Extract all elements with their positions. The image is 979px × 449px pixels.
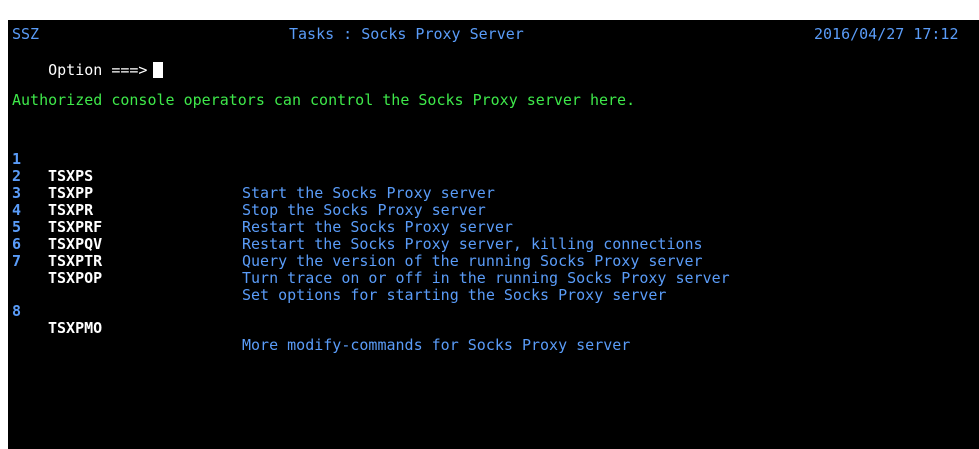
option-description: Turn trace on or off in the running Sock… <box>242 269 730 287</box>
option-command: TSXPOP <box>48 269 103 287</box>
option-description: Query the version of the running Socks P… <box>242 252 703 270</box>
option-command: TSXPMO <box>48 319 103 337</box>
option-row-7[interactable]: 7 TSXPOP Set options for starting the So… <box>8 236 979 304</box>
info-message: Authorized console operators can control… <box>12 91 636 109</box>
option-row-6[interactable]: 6 TSXPTR Turn trace on or off in the run… <box>8 219 979 287</box>
option-row-1[interactable]: 1 TSXPS Start the Socks Proxy server <box>8 134 979 202</box>
command-line: Option ===> <box>12 44 164 96</box>
option-number: 8 <box>12 302 22 320</box>
option-row-2[interactable]: 2 TSXPP Stop the Socks Proxy server <box>8 151 979 219</box>
option-description: More modify-commands for Socks Proxy ser… <box>242 336 631 354</box>
terminal-screen: SSZ Tasks : Socks Proxy Server 2016/04/2… <box>8 20 979 449</box>
option-number: 7 <box>12 252 22 270</box>
text-cursor <box>153 62 164 78</box>
option-row-4[interactable]: 4 TSXPRF Restart the Socks Proxy server,… <box>8 185 979 253</box>
system-id: SSZ <box>12 25 40 43</box>
option-row-5[interactable]: 5 TSXPQV Query the version of the runnin… <box>8 202 979 270</box>
command-prompt: Option ===> <box>48 61 148 79</box>
option-row-8[interactable]: 8 TSXPMO More modify-commands for Socks … <box>8 286 979 354</box>
datetime: 2016/04/27 17:12 <box>814 25 959 43</box>
option-row-3[interactable]: 3 TSXPR Restart the Socks Proxy server <box>8 168 979 236</box>
option-command: TSXPTR <box>48 252 103 270</box>
panel-title: Tasks : Socks Proxy Server <box>289 25 524 43</box>
